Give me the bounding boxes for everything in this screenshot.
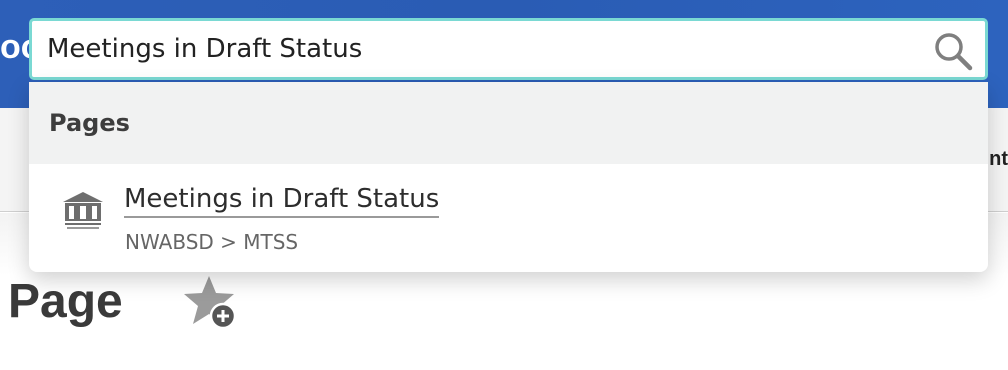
search-result-item[interactable]: Meetings in Draft Status NWABSD > MTSS (29, 164, 988, 272)
building-icon (63, 192, 103, 229)
search-results-dropdown: Pages Meetings in Draft Status NWABSD > … (29, 82, 988, 272)
result-title[interactable]: Meetings in Draft Status (124, 184, 440, 218)
result-breadcrumb: NWABSD > MTSS (125, 230, 299, 254)
search-icon[interactable] (933, 31, 973, 71)
add-favorite-button[interactable] (180, 272, 240, 332)
star-add-icon (184, 276, 237, 330)
global-search-box (29, 18, 988, 80)
search-input[interactable] (47, 21, 927, 77)
results-section-header: Pages (29, 82, 988, 164)
page-title: Page (8, 275, 123, 328)
subnav-item[interactable]: nt (989, 148, 1008, 171)
